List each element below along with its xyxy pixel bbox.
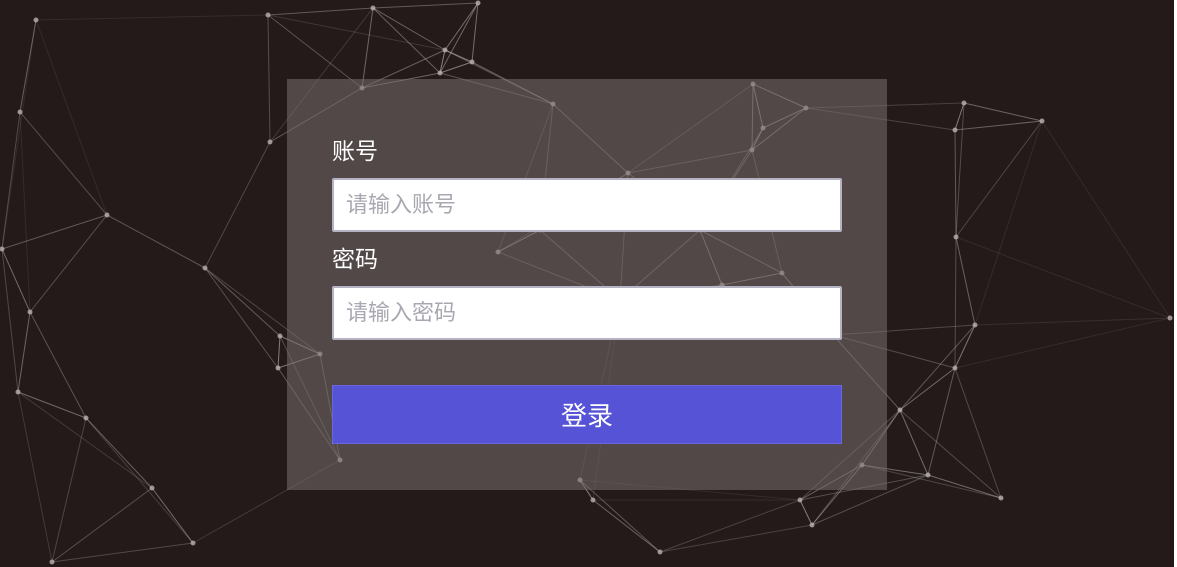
network-link xyxy=(19,111,108,216)
network-node xyxy=(49,559,55,565)
network-link xyxy=(444,2,479,51)
network-node xyxy=(27,309,33,315)
network-node xyxy=(797,497,803,503)
network-link xyxy=(204,267,281,337)
network-node xyxy=(590,497,596,503)
network-node xyxy=(190,540,196,546)
network-link xyxy=(17,391,153,489)
network-link xyxy=(372,7,441,74)
network-node xyxy=(657,549,663,555)
network-node xyxy=(475,0,481,6)
network-node xyxy=(265,12,271,18)
network-link xyxy=(927,367,956,476)
network-link xyxy=(439,49,446,74)
login-panel: 账号 密码 登录 xyxy=(287,79,887,490)
network-link xyxy=(267,14,363,89)
network-link xyxy=(17,391,53,563)
network-link xyxy=(963,102,1043,122)
network-link xyxy=(899,324,976,411)
network-link xyxy=(29,214,108,313)
network-link xyxy=(372,2,479,9)
network-link xyxy=(35,19,108,216)
network-link xyxy=(35,14,269,21)
network-node xyxy=(952,127,958,133)
password-label: 密码 xyxy=(332,247,378,273)
network-link xyxy=(1,214,108,250)
network-link xyxy=(954,120,1043,131)
login-button[interactable]: 登录 xyxy=(332,385,842,444)
network-link xyxy=(1,248,31,313)
network-node xyxy=(953,234,959,240)
account-label: 账号 xyxy=(332,139,378,165)
network-link xyxy=(955,236,976,326)
network-node xyxy=(275,365,281,371)
network-link xyxy=(659,524,813,553)
network-link xyxy=(592,499,661,553)
network-link xyxy=(19,111,31,313)
network-node xyxy=(370,5,376,11)
network-link xyxy=(267,14,446,51)
network-node xyxy=(952,365,958,371)
network-link xyxy=(974,317,1171,326)
network-link xyxy=(267,14,271,143)
network-link xyxy=(974,120,1043,326)
network-link xyxy=(1,19,37,250)
network-node xyxy=(277,333,283,339)
network-node xyxy=(1039,118,1045,124)
network-link xyxy=(955,236,1171,319)
network-link xyxy=(899,409,929,476)
network-node xyxy=(961,100,967,106)
network-link xyxy=(151,487,194,544)
network-link xyxy=(579,479,661,553)
network-node xyxy=(925,472,931,478)
network-node xyxy=(17,109,23,115)
network-link xyxy=(204,267,279,369)
network-link xyxy=(954,129,957,238)
network-link xyxy=(85,417,194,544)
network-link xyxy=(799,499,813,526)
network-link xyxy=(1041,120,1171,319)
network-node xyxy=(469,59,475,65)
network-link xyxy=(659,499,801,553)
network-link xyxy=(954,317,1171,369)
network-link xyxy=(29,311,87,419)
network-link xyxy=(372,7,446,51)
network-node xyxy=(998,495,1004,501)
network-link xyxy=(954,324,976,369)
network-node xyxy=(267,139,273,145)
network-node xyxy=(1167,315,1173,321)
account-input[interactable] xyxy=(332,178,842,232)
network-node xyxy=(104,212,110,218)
network-link xyxy=(1,111,21,250)
network-node xyxy=(83,415,89,421)
network-link xyxy=(204,141,271,269)
network-link xyxy=(85,417,153,489)
login-page: 账号 密码 登录 xyxy=(0,0,1177,567)
network-node xyxy=(15,389,21,395)
network-link xyxy=(955,120,1043,238)
network-link xyxy=(267,7,374,16)
network-link xyxy=(106,214,206,269)
network-node xyxy=(33,17,39,23)
network-node xyxy=(809,522,815,528)
network-node xyxy=(442,47,448,53)
network-node xyxy=(149,485,155,491)
network-link xyxy=(1,248,19,393)
network-link xyxy=(17,391,87,419)
password-input[interactable] xyxy=(332,286,842,340)
network-node xyxy=(0,246,5,252)
network-link xyxy=(17,311,31,393)
network-node xyxy=(437,70,443,76)
network-link xyxy=(899,367,956,411)
network-link xyxy=(277,335,281,369)
network-link xyxy=(927,474,1002,499)
network-node xyxy=(972,322,978,328)
network-node xyxy=(202,265,208,271)
network-link xyxy=(954,236,957,369)
network-node xyxy=(897,407,903,413)
